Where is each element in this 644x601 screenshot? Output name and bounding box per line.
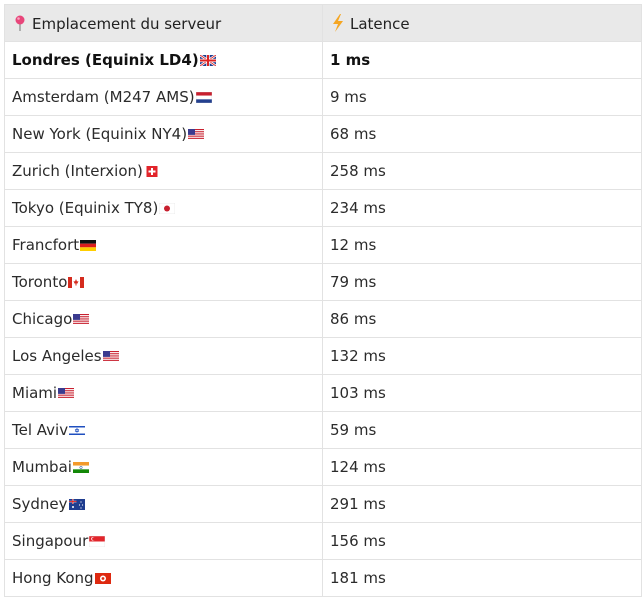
table-row: Tel Aviv 59 ms [4,411,642,449]
location-cell: Los Angeles [4,337,323,375]
latency-cell: 1 ms [322,41,642,79]
flag-ca-icon [67,273,85,291]
table-row: Amsterdam (M247 AMS) 9 ms [4,78,642,116]
location-label: Chicago [12,310,73,328]
location-label: Toronto [12,273,68,291]
table-row: Mumbai 124 ms [4,448,642,486]
location-cell: Miami [4,374,323,412]
latency-cell: 12 ms [322,226,642,264]
location-label: Mumbai [12,458,72,476]
table-row: Toronto 79 ms [4,263,642,301]
table-header-row: Emplacement du serveur Latence [4,4,642,42]
table-row: Francfort 12 ms [4,226,642,264]
latency-cell: 156 ms [322,522,642,560]
latency-cell: 59 ms [322,411,642,449]
location-cell: Zurich (Interxion) [4,152,323,190]
latency-cell: 9 ms [322,78,642,116]
location-cell: Singapour [4,522,323,560]
flag-uk-icon [199,51,216,69]
location-cell: Chicago [4,300,323,338]
location-label: Londres (Equinix LD4) [12,51,199,69]
latency-cell: 124 ms [322,448,642,486]
flag-de-icon [79,236,97,254]
location-cell: Hong Kong [4,559,323,597]
table-row: Chicago 86 ms [4,300,642,338]
flag-jp-icon [158,199,176,217]
flag-hk-icon [94,569,111,587]
table-row: Los Angeles 132 ms [4,337,642,375]
table-row: Tokyo (Equinix TY8) 234 ms [4,189,642,227]
location-cell: Toronto [4,263,323,301]
lightning-icon [333,13,343,32]
location-label: Los Angeles [12,347,102,365]
table-row: Zurich (Interxion) 258 ms [4,152,642,190]
table-row: Miami 103 ms [4,374,642,412]
latency-cell: 132 ms [322,337,642,375]
latency-cell: 291 ms [322,485,642,523]
location-label: Hong Kong [12,569,94,587]
location-cell: Tokyo (Equinix TY8) [4,189,323,227]
location-cell: Mumbai [4,448,323,486]
latency-cell: 86 ms [322,300,642,338]
latency-table: Emplacement du serveur Latence Londres (… [4,4,642,597]
location-label: Zurich (Interxion) [12,162,143,180]
location-label: Tel Aviv [12,421,69,439]
flag-au-icon [68,495,85,513]
table-row: Singapour 156 ms [4,522,642,560]
latency-header: Latence [322,4,642,42]
table-row: New York (Equinix NY4) 68 ms [4,115,642,153]
latency-cell: 234 ms [322,189,642,227]
flag-il-icon [68,421,86,439]
location-cell: Londres (Equinix LD4) [4,41,323,79]
location-cell: Tel Aviv [4,411,323,449]
flag-nl-icon [195,88,212,106]
latency-cell: 103 ms [322,374,642,412]
location-label: New York (Equinix NY4) [12,125,188,143]
latency-cell: 68 ms [322,115,642,153]
flag-us-icon [72,310,90,328]
flag-ch-icon [143,162,160,180]
flag-us-icon [187,125,205,143]
location-label: Amsterdam (M247 AMS) [12,88,195,106]
location-cell: New York (Equinix NY4) [4,115,323,153]
table-row: Hong Kong 181 ms [4,559,642,597]
location-label: Francfort [12,236,80,254]
location-label: Tokyo (Equinix TY8) [12,199,159,217]
location-cell: Amsterdam (M247 AMS) [4,78,323,116]
location-cell: Francfort [4,226,323,264]
table-row: Sydney 291 ms [4,485,642,523]
location-label: Singapour [12,532,89,550]
latency-header-label: Latence [350,14,410,33]
flag-sg-icon [88,532,106,550]
flag-us-icon [102,347,119,365]
location-cell: Sydney [4,485,323,523]
table-row: Londres (Equinix LD4) 1 ms [4,41,642,79]
latency-cell: 181 ms [322,559,642,597]
location-header-label: Emplacement du serveur [32,14,222,33]
pin-icon [15,15,25,31]
location-header: Emplacement du serveur [4,4,323,42]
flag-us-icon [57,384,75,402]
latency-cell: 258 ms [322,152,642,190]
location-label: Sydney [12,495,68,513]
latency-cell: 79 ms [322,263,642,301]
location-label: Miami [12,384,58,402]
flag-in-icon [72,458,89,476]
